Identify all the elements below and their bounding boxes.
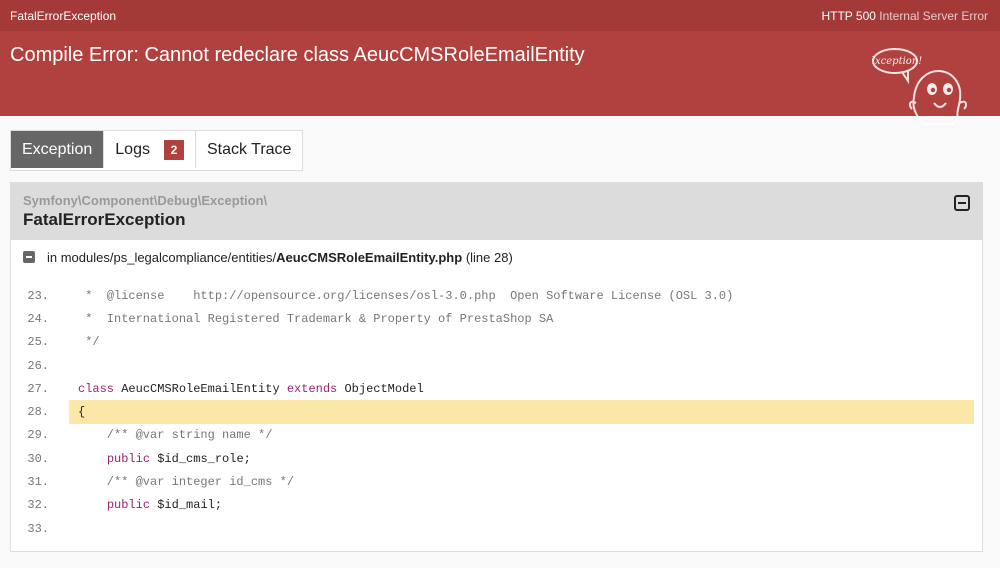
file-name: AeucCMSRoleEmailEntity.php <box>276 249 463 265</box>
logs-count-badge: 2 <box>163 139 184 160</box>
file-path-prefix: in modules/ps_legalcompliance/entities/ <box>47 249 277 265</box>
exception-type-label: FatalErrorException <box>10 8 117 23</box>
line-number: 26. <box>27 358 49 373</box>
line-number: 31. <box>27 475 49 490</box>
line-number: 24. <box>27 311 49 326</box>
line-number: 32. <box>27 498 49 513</box>
code-line: 26. <box>27 354 974 377</box>
code-line: 25. */ <box>27 331 974 354</box>
code-line: 33. <box>27 517 974 540</box>
line-number: 30. <box>27 451 49 466</box>
code-text: /** @var integer id_cms */ <box>78 475 295 490</box>
exception-header: Symfony\Component\Debug\Exception\ Fatal… <box>11 183 982 240</box>
line-info: (line 28) <box>465 249 513 265</box>
line-number: 28. <box>27 405 49 420</box>
tab-logs-label: Logs <box>115 140 150 158</box>
line-number: 23. <box>27 288 49 303</box>
code-text: public $id_mail; <box>106 498 223 513</box>
http-code: HTTP 500 <box>821 8 876 23</box>
code-line: 24. * International Registered Trademark… <box>27 307 974 330</box>
code-excerpt: 23. * @license http://opensource.org/lic… <box>11 284 982 540</box>
code-line: 32. public $id_mail; <box>27 494 974 517</box>
tab-bar: Exception Logs 2 Stack Trace <box>10 130 304 171</box>
top-status-bar: FatalErrorException HTTP 500 Internal Se… <box>0 0 1000 31</box>
code-text: { <box>78 405 86 420</box>
file-location: in modules/ps_legalcompliance/entities/A… <box>11 240 982 274</box>
page-title: Compile Error: Cannot redeclare class Ae… <box>10 44 585 66</box>
error-header: Compile Error: Cannot redeclare class Ae… <box>0 31 1000 127</box>
tab-stack-trace[interactable]: Stack Trace <box>196 131 302 168</box>
code-line: 31. /** @var integer id_cms */ <box>27 470 974 493</box>
line-number: 25. <box>27 335 49 350</box>
line-number: 27. <box>27 381 49 396</box>
tab-exception[interactable]: Exception <box>11 131 105 168</box>
code-text: /** @var string name */ <box>78 428 273 443</box>
code-line: 27. class AeucCMSRoleEmailEntity extends … <box>27 377 974 400</box>
code-text: */ <box>78 335 100 350</box>
collapse-code-icon[interactable] <box>23 251 35 263</box>
tab-stack-trace-label: Stack Trace <box>206 140 292 158</box>
code-text: class AeucCMSRoleEmailEntity extends Obj… <box>78 381 424 396</box>
code-text: public $id_cms_role; <box>106 451 251 466</box>
line-number: 33. <box>27 521 49 536</box>
exception-ghost-icon: Exception! <box>872 48 968 127</box>
http-status-text: Internal Server Error <box>879 8 988 23</box>
code-text: * @license http://opensource.org/license… <box>78 288 734 303</box>
exception-namespace: Symfony\Component\Debug\Exception\ <box>23 193 268 208</box>
code-line: 29. /** @var string name */ <box>27 424 974 447</box>
exception-panel: Symfony\Component\Debug\Exception\ Fatal… <box>10 182 983 552</box>
code-text: * International Registered Trademark & P… <box>78 311 554 326</box>
collapse-panel-icon[interactable] <box>954 195 970 211</box>
tab-exception-label: Exception <box>22 140 93 158</box>
http-status: HTTP 500 Internal Server Error <box>821 9 988 23</box>
code-line: 30. public $id_cms_role; <box>27 447 974 470</box>
mascot-bubble-text: Exception! <box>872 56 922 67</box>
code-line: 28. { <box>27 400 974 424</box>
exception-class: FatalErrorException <box>23 210 186 229</box>
tab-logs[interactable]: Logs 2 <box>104 131 196 168</box>
code-line: 23. * @license http://opensource.org/lic… <box>27 284 974 307</box>
line-number: 29. <box>27 428 49 443</box>
